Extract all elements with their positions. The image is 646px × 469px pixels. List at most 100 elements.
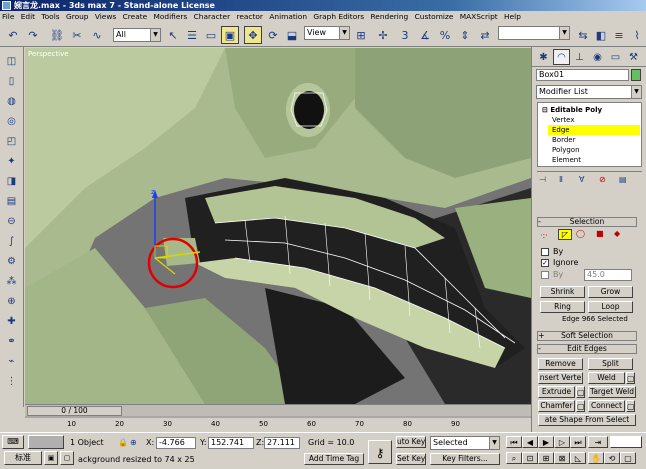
zoom-all-icon[interactable]: ⊡ <box>522 452 538 464</box>
snap-toggle-icon[interactable]: ▣ <box>44 451 58 465</box>
curve-editor-icon[interactable]: ⌇ <box>628 26 646 44</box>
create-helper-icon[interactable]: ▤ <box>3 193 20 209</box>
current-frame-field[interactable] <box>610 436 642 448</box>
grow-button[interactable]: Grow <box>588 286 633 298</box>
set-key-icon[interactable]: ⚷ <box>368 440 392 464</box>
display-tab-icon[interactable]: ▭ <box>607 49 624 65</box>
select-and-manipulate-icon[interactable]: ✢ <box>374 26 392 44</box>
pin-stack-icon[interactable]: ⊣ <box>539 175 546 184</box>
go-to-start-icon[interactable]: ⏮ <box>506 436 522 448</box>
bone-icon[interactable]: ✚ <box>3 313 20 329</box>
menu-edit[interactable]: Edit <box>19 11 37 23</box>
set-key-button[interactable]: Set Key <box>396 453 426 465</box>
create-shape-from-selection-button[interactable]: ate Shape From Select <box>538 414 636 426</box>
prompt-mode-button[interactable]: 标准 <box>4 451 42 465</box>
previous-frame-icon[interactable]: ◀ <box>522 436 538 448</box>
menu-customize[interactable]: Customize <box>413 11 456 23</box>
select-and-move-icon[interactable]: ✥ <box>244 26 262 44</box>
perspective-viewport[interactable]: z Perspective <box>25 48 531 404</box>
field-of-view-icon[interactable]: ◺ <box>570 452 586 464</box>
menu-file[interactable]: File <box>0 11 16 23</box>
selection-rollout-header[interactable]: Selection <box>537 217 637 227</box>
bind-space-warp-icon[interactable]: ∿ <box>88 26 106 44</box>
undo-icon[interactable]: ↶ <box>4 26 22 44</box>
ring-button[interactable]: Ring <box>540 301 585 313</box>
pivot-center-icon[interactable]: ⊞ <box>352 26 370 44</box>
menu-reactor[interactable]: reactor <box>234 11 264 23</box>
spinner-snap-icon[interactable]: ⇕ <box>456 26 474 44</box>
element-mode-icon[interactable]: ◆ <box>614 229 620 238</box>
compound-object-icon[interactable]: ⊕ <box>3 293 20 309</box>
weld-button[interactable]: Weld <box>588 372 625 384</box>
absolute-mode-icon[interactable]: ⊕ <box>130 438 137 447</box>
chamfer-button[interactable]: Chamfer <box>538 400 575 412</box>
next-frame-icon[interactable]: ▷ <box>554 436 570 448</box>
create-shape-icon[interactable]: ∫ <box>3 233 20 249</box>
show-end-result-icon[interactable]: Ⅱ <box>559 175 563 184</box>
track-bar[interactable]: 10 20 30 40 50 60 70 80 90 <box>25 416 531 432</box>
soft-selection-rollout-header[interactable]: Soft Selection <box>537 331 637 341</box>
create-light-icon[interactable]: ✦ <box>3 153 20 169</box>
mirror-icon[interactable]: ⇆ <box>574 26 592 44</box>
named-selection-icon[interactable]: ⇄ <box>476 26 494 44</box>
key-mode-dropdown[interactable]: Selected ▼ <box>430 436 500 450</box>
edge-mode-icon[interactable]: ◸ <box>558 229 572 240</box>
remove-modifier-icon[interactable]: ⊘ <box>599 175 606 184</box>
modify-tab-icon[interactable]: ◠ <box>553 49 570 65</box>
menu-animation[interactable]: Animation <box>267 11 309 23</box>
viewport-label[interactable]: Perspective <box>28 50 69 58</box>
select-and-link-icon[interactable]: ⛓ <box>48 26 66 44</box>
key-mode-toggle-icon[interactable]: ⇥ <box>588 436 608 448</box>
create-cylinder-icon[interactable]: ▯ <box>3 73 20 89</box>
border-mode-icon[interactable]: ◯ <box>576 229 585 238</box>
snaps-toggle-icon[interactable]: 3 <box>396 26 414 44</box>
menu-rendering[interactable]: Rendering <box>368 11 410 23</box>
align-icon[interactable]: ◧ <box>592 26 610 44</box>
stack-item-element[interactable]: Element <box>552 155 581 165</box>
modifier-list-dropdown[interactable]: Modifier List ▼ <box>536 85 642 99</box>
menu-create[interactable]: Create <box>121 11 150 23</box>
by-angle-checkbox[interactable] <box>541 271 549 279</box>
target-weld-button[interactable]: Target Weld <box>588 386 636 398</box>
play-icon[interactable]: ▶ <box>538 436 554 448</box>
make-unique-icon[interactable]: ∀ <box>579 175 584 184</box>
select-and-rotate-icon[interactable]: ⟳ <box>264 26 282 44</box>
utilities-tab-icon[interactable]: ⚒ <box>625 49 642 65</box>
arc-rotate-icon[interactable]: ⟲ <box>604 452 620 464</box>
connect-settings-button[interactable]: ▢ <box>626 400 635 412</box>
select-by-name-icon[interactable]: ☰ <box>183 26 201 44</box>
extrude-settings-button[interactable]: ▢ <box>576 386 585 398</box>
pan-icon[interactable]: ✋ <box>588 452 604 464</box>
by-checkbox[interactable] <box>541 248 549 256</box>
menu-help[interactable]: Help <box>502 11 523 23</box>
angle-spinner[interactable]: 45.0 <box>584 269 632 281</box>
create-spacewarp-icon[interactable]: ⊖ <box>3 213 20 229</box>
remove-button[interactable]: Remove <box>538 358 583 370</box>
menu-graph-editors[interactable]: Graph Editors <box>311 11 366 23</box>
create-torus-icon[interactable]: ◎ <box>3 113 20 129</box>
menu-group[interactable]: Group <box>64 11 91 23</box>
insert-vertex-button[interactable]: nsert Verte <box>538 372 583 384</box>
dynamics-icon[interactable]: ⚭ <box>3 333 20 349</box>
extrude-button[interactable]: Extrude <box>538 386 575 398</box>
hierarchy-tab-icon[interactable]: ⊥ <box>571 49 588 65</box>
y-coordinate-field[interactable]: 152.741 <box>208 437 254 449</box>
zoom-extents-all-icon[interactable]: ⊠ <box>554 452 570 464</box>
weld-settings-button[interactable]: ▢ <box>626 372 635 384</box>
object-name-field[interactable]: Box01 <box>536 69 629 81</box>
menu-modifiers[interactable]: Modifiers <box>152 11 190 23</box>
loop-button[interactable]: Loop <box>588 301 633 313</box>
object-color-swatch[interactable] <box>631 69 641 81</box>
percent-snap-icon[interactable]: % <box>436 26 454 44</box>
motion-tab-icon[interactable]: ◉ <box>589 49 606 65</box>
maxscript-listener-icon[interactable]: ⌨ <box>2 435 24 449</box>
layer-manager-icon[interactable]: ≡ <box>610 26 628 44</box>
create-camera-icon[interactable]: ◨ <box>3 173 20 189</box>
go-to-end-icon[interactable]: ⏭ <box>570 436 586 448</box>
polygon-mode-icon[interactable]: ■ <box>596 229 604 238</box>
z-coordinate-field[interactable]: 27.111 <box>264 437 300 449</box>
menu-character[interactable]: Character <box>192 11 233 23</box>
create-plane-icon[interactable]: ◰ <box>3 133 20 149</box>
stack-item-edge[interactable]: Edge <box>548 125 640 135</box>
vertex-mode-icon[interactable]: ·:· <box>540 231 548 240</box>
